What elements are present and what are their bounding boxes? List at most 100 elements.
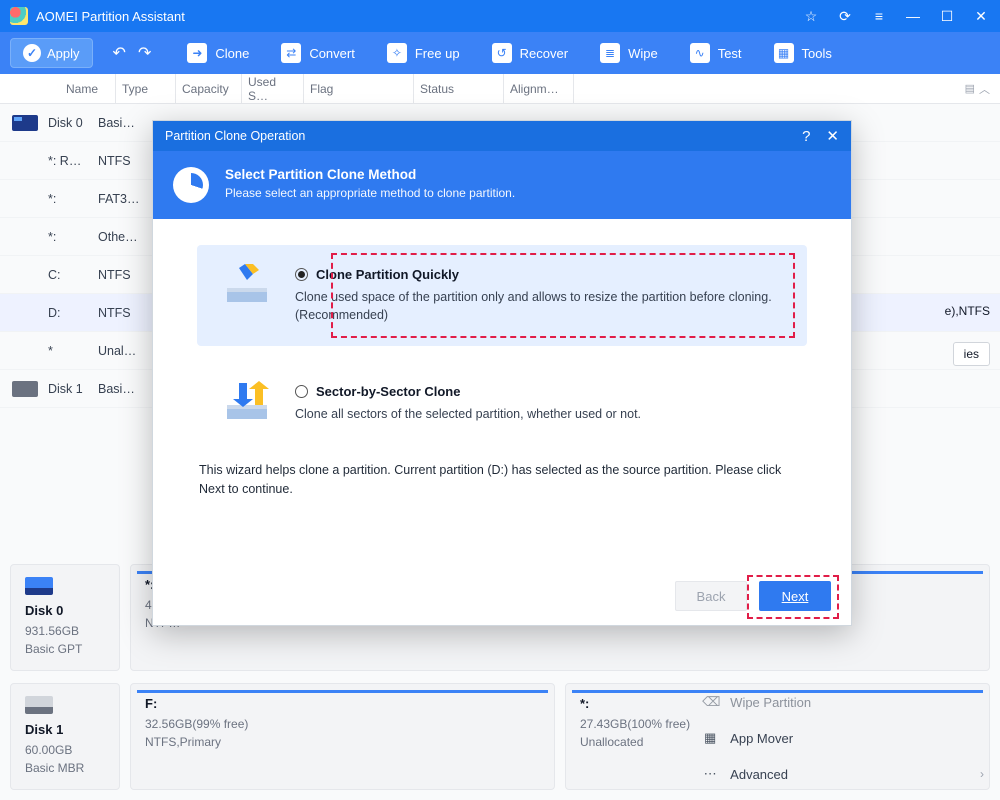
- advanced-icon: ⋯: [702, 766, 718, 782]
- modal-close-icon[interactable]: ✕: [826, 127, 839, 145]
- refresh-icon[interactable]: ⟳: [836, 8, 854, 25]
- col-name: Name: [60, 74, 116, 103]
- side-actions: ⌫ Wipe Partition ▦ App Mover ⋯ Advanced …: [702, 684, 984, 792]
- app-logo-icon: [10, 7, 28, 25]
- apply-label: Apply: [47, 46, 80, 61]
- minimize-icon[interactable]: —: [904, 8, 922, 24]
- row-name: *:: [48, 230, 98, 244]
- tool-convert[interactable]: ⇄Convert: [269, 37, 367, 69]
- part-line1: 32.56GB(99% free): [145, 715, 540, 733]
- recover-icon: ↺: [492, 43, 512, 63]
- row-name: *: R…: [48, 154, 98, 168]
- row-name: *: [48, 344, 98, 358]
- wipe-icon: ⌫: [702, 694, 718, 710]
- test-icon: ∿: [690, 43, 710, 63]
- quick-clone-icon: [219, 267, 275, 305]
- sector-clone-icon: [219, 384, 275, 422]
- disk-card-icon: [25, 696, 53, 714]
- row-type: Unal…: [98, 344, 158, 358]
- disk-icon: [12, 381, 38, 397]
- radio-sector[interactable]: [295, 385, 308, 398]
- col-type: Type: [116, 74, 176, 103]
- peek-tag[interactable]: ies: [953, 342, 990, 366]
- modal-header-title: Select Partition Clone Method: [225, 167, 515, 182]
- chevron-right-icon: ›: [800, 767, 984, 781]
- tool-wipe[interactable]: ≣Wipe: [588, 37, 670, 69]
- disk-card-size: 60.00GB: [25, 741, 105, 759]
- row-type: FAT3…: [98, 192, 158, 206]
- advanced-link[interactable]: ⋯ Advanced ›: [702, 756, 984, 792]
- app-mover-link[interactable]: ▦ App Mover: [702, 720, 984, 756]
- right-peek: e),NTFS ies: [945, 304, 990, 366]
- row-type: Basi…: [98, 382, 158, 396]
- disk-card-name: Disk 0: [25, 603, 105, 618]
- apply-button[interactable]: ✓ Apply: [10, 38, 93, 68]
- row-name: Disk 0: [48, 116, 98, 130]
- modal-header: Select Partition Clone Method Please sel…: [153, 151, 851, 219]
- row-type: NTFS: [98, 154, 158, 168]
- tool-tools[interactable]: ▦Tools: [762, 37, 844, 69]
- tool-test[interactable]: ∿Test: [678, 37, 754, 69]
- opt2-desc: Clone all sectors of the selected partit…: [295, 405, 785, 423]
- tool-recover[interactable]: ↺Recover: [480, 37, 580, 69]
- radio-quick[interactable]: [295, 268, 308, 281]
- disk-card-icon: [25, 577, 53, 595]
- tools-icon: ▦: [774, 43, 794, 63]
- col-status: Status: [414, 74, 504, 103]
- appmover-icon: ▦: [702, 730, 718, 746]
- tool-clone[interactable]: ➜Clone: [175, 37, 261, 69]
- partition-card[interactable]: F: 32.56GB(99% free) NTFS,Primary: [130, 683, 555, 790]
- titlebar: AOMEI Partition Assistant ☆ ⟳ ≡ — ☐ ✕: [0, 0, 1000, 32]
- convert-icon: ⇄: [281, 43, 301, 63]
- col-align: Alignm…: [504, 74, 574, 103]
- row-name: C:: [48, 268, 98, 282]
- opt2-title: Sector-by-Sector Clone: [316, 384, 460, 399]
- wizard-hint: This wizard helps clone a partition. Cur…: [197, 461, 807, 499]
- col-capacity: Capacity: [176, 74, 242, 103]
- pie-chart-icon: [173, 167, 209, 203]
- row-name: Disk 1: [48, 382, 98, 396]
- row-type: Othe…: [98, 230, 158, 244]
- col-flag: Flag: [304, 74, 414, 103]
- check-icon: ✓: [23, 44, 41, 62]
- help-icon[interactable]: ?: [802, 128, 810, 145]
- option-quick-clone[interactable]: Clone Partition Quickly Clone used space…: [197, 245, 807, 346]
- part-name: F:: [145, 696, 540, 711]
- tool-freeup[interactable]: ✧Free up: [375, 37, 472, 69]
- clone-icon: ➜: [187, 43, 207, 63]
- freeup-icon: ✧: [387, 43, 407, 63]
- column-header: Name Type Capacity Used S… Flag Status A…: [0, 74, 1000, 104]
- undo-icon[interactable]: ↶: [109, 39, 130, 67]
- main-toolbar: ✓ Apply ↶ ↷ ➜Clone ⇄Convert ✧Free up ↺Re…: [0, 32, 1000, 74]
- disk-summary-card[interactable]: Disk 1 60.00GB Basic MBR: [10, 683, 120, 790]
- app-title: AOMEI Partition Assistant: [36, 9, 802, 24]
- maximize-icon[interactable]: ☐: [938, 8, 956, 25]
- modal-title: Partition Clone Operation: [165, 129, 305, 143]
- star-icon[interactable]: ☆: [802, 8, 820, 25]
- part-line2: NTFS,Primary: [145, 733, 540, 751]
- row-name: *:: [48, 192, 98, 206]
- clone-modal: Partition Clone Operation ? ✕ Select Par…: [152, 120, 852, 626]
- col-used: Used S…: [242, 74, 304, 103]
- wipe-partition-link[interactable]: ⌫ Wipe Partition: [702, 684, 984, 720]
- modal-titlebar: Partition Clone Operation ? ✕: [153, 121, 851, 151]
- row-type: NTFS: [98, 306, 158, 320]
- menu-icon[interactable]: ≡: [870, 8, 888, 24]
- back-button[interactable]: Back: [675, 581, 747, 611]
- disk-card-scheme: Basic GPT: [25, 640, 105, 658]
- collapse-up-icon[interactable]: ︿: [979, 81, 990, 97]
- view-grid-icon[interactable]: ▤: [965, 82, 975, 95]
- row-type: Basi…: [98, 116, 158, 130]
- modal-header-sub: Please select an appropriate method to c…: [225, 186, 515, 200]
- disk-summary-card[interactable]: Disk 0 931.56GB Basic GPT: [10, 564, 120, 671]
- option-sector-clone[interactable]: Sector-by-Sector Clone Clone all sectors…: [197, 362, 807, 445]
- opt1-desc: Clone used space of the partition only a…: [295, 288, 785, 324]
- disk-icon: [12, 115, 38, 131]
- opt1-title: Clone Partition Quickly: [316, 267, 459, 282]
- row-type: NTFS: [98, 268, 158, 282]
- redo-icon[interactable]: ↷: [134, 39, 155, 67]
- close-icon[interactable]: ✕: [972, 8, 990, 25]
- next-button[interactable]: Next: [759, 581, 831, 611]
- disk-card-scheme: Basic MBR: [25, 759, 105, 777]
- row-name: D:: [48, 306, 98, 320]
